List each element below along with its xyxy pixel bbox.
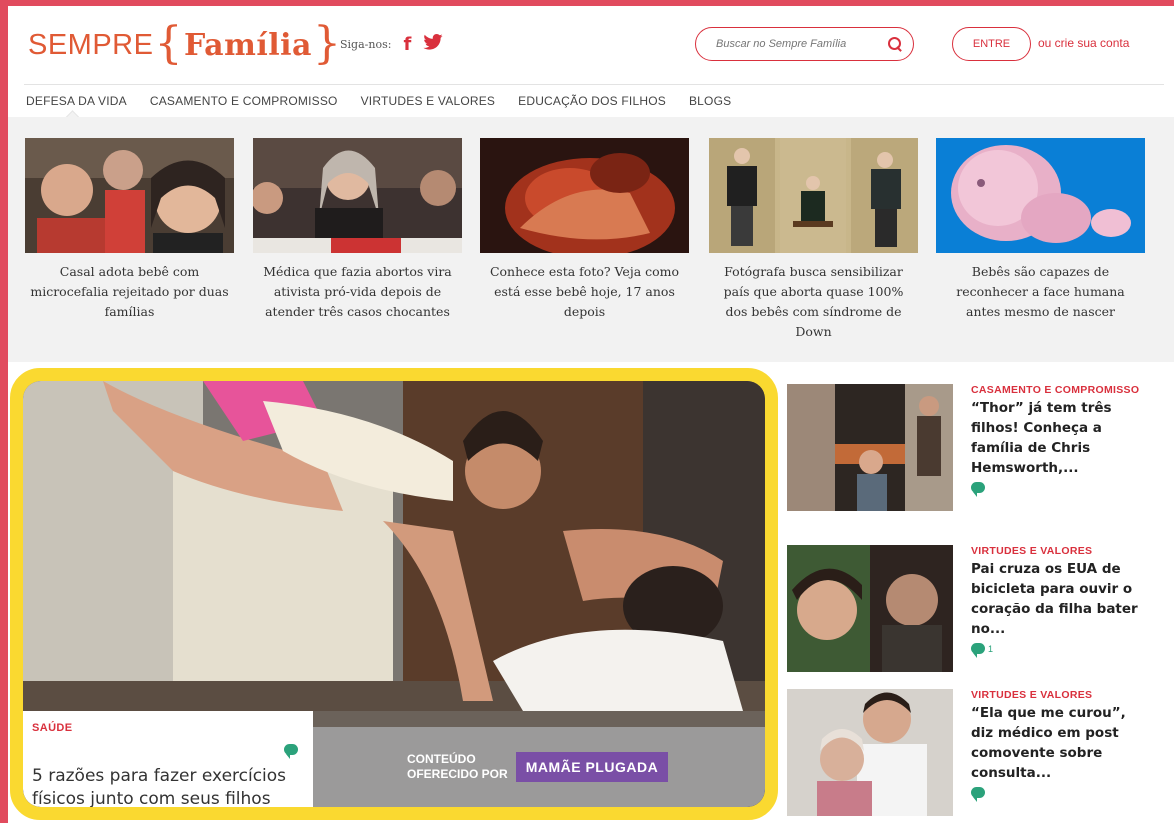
card-image — [709, 138, 918, 253]
card-title: Bebês são capazes de reconhecer a face h… — [956, 264, 1125, 319]
strip-card[interactable]: Casal adota bebê com microcefalia rejeit… — [25, 138, 234, 322]
login-button[interactable]: ENTRE — [952, 27, 1031, 61]
site-logo[interactable]: SEMPRE { Família } — [28, 17, 342, 70]
side-article[interactable]: VIRTUDES E VALORES “Ela que me curou”, d… — [787, 689, 1174, 819]
card-image — [253, 138, 462, 253]
side-category[interactable]: CASAMENTO E COMPROMISSO — [971, 384, 1149, 396]
comment-row[interactable]: 1 — [971, 643, 1149, 658]
card-image — [480, 138, 689, 253]
side-article[interactable]: CASAMENTO E COMPROMISSO “Thor” já tem tr… — [787, 384, 1174, 514]
search-box — [695, 27, 914, 61]
comment-icon[interactable] — [284, 744, 298, 759]
strip-card[interactable]: Fotógrafa busca sensibilizar país que ab… — [709, 138, 918, 342]
side-category[interactable]: VIRTUDES E VALORES — [971, 545, 1149, 557]
sponsor-banner[interactable]: CONTEÚDO OFERECIDO POR MAMÃE PLUGADA — [313, 727, 765, 807]
nav-item-educacao[interactable]: EDUCAÇÃO DOS FILHOS — [518, 94, 666, 108]
signup-link[interactable]: ou crie sua conta — [1038, 36, 1129, 50]
featured-title[interactable]: 5 razões para fazer exercícios físicos j… — [32, 765, 304, 807]
card-image — [25, 138, 234, 253]
card-title: Fotógrafa busca sensibilizar país que ab… — [723, 264, 904, 339]
comment-icon — [971, 482, 985, 497]
nav-item-casamento[interactable]: CASAMENTO E COMPROMISSO — [150, 94, 338, 108]
featured-image: CONTEÚDO OFERECIDO POR MAMÃE PLUGADA SAÚ… — [23, 381, 765, 807]
nav-item-virtudes[interactable]: VIRTUDES E VALORES — [361, 94, 496, 108]
side-article[interactable]: VIRTUDES E VALORES Pai cruza os EUA de b… — [787, 545, 1174, 675]
logo-sempre: SEMPRE — [28, 28, 154, 61]
logo-brace-right: } — [312, 17, 342, 69]
article-strip: Casal adota bebê com microcefalia rejeit… — [8, 117, 1174, 362]
follow-label: Siga-nos: — [340, 38, 392, 51]
comment-row[interactable] — [971, 787, 1149, 802]
card-title: Médica que fazia abortos vira ativista p… — [263, 264, 452, 319]
sponsor-text: CONTEÚDO OFERECIDO POR — [407, 752, 508, 782]
side-title[interactable]: “Ela que me curou”, diz médico em post c… — [971, 703, 1149, 783]
featured-caption: SAÚDE 5 razões para fazer exercícios fís… — [23, 711, 313, 807]
twitter-icon[interactable] — [423, 34, 443, 55]
logo-familia: Família — [183, 27, 312, 63]
page: SEMPRE { Família } Siga-nos: f ENTRE ou … — [8, 6, 1174, 823]
strip-card[interactable]: Conhece esta foto? Veja como está esse b… — [480, 138, 689, 322]
site-header: SEMPRE { Família } Siga-nos: f ENTRE ou … — [8, 6, 1174, 84]
side-title[interactable]: Pai cruza os EUA de bicicleta para ouvir… — [971, 559, 1149, 639]
side-category[interactable]: VIRTUDES E VALORES — [971, 689, 1149, 701]
card-image — [936, 138, 1145, 253]
nav-item-defesa-da-vida[interactable]: DEFESA DA VIDA — [26, 94, 127, 108]
sponsor-line2: OFERECIDO POR — [407, 767, 508, 781]
side-text: VIRTUDES E VALORES “Ela que me curou”, d… — [971, 689, 1149, 802]
featured-article[interactable]: CONTEÚDO OFERECIDO POR MAMÃE PLUGADA SAÚ… — [10, 368, 778, 820]
side-title[interactable]: “Thor” já tem três filhos! Conheça a fam… — [971, 398, 1149, 478]
featured-category[interactable]: SAÚDE — [32, 722, 304, 734]
comment-icon — [971, 787, 985, 802]
side-image — [787, 384, 953, 511]
comment-count: 1 — [988, 643, 994, 654]
comment-row[interactable] — [971, 482, 1149, 497]
side-text: CASAMENTO E COMPROMISSO “Thor” já tem tr… — [971, 384, 1149, 497]
comment-icon — [971, 643, 985, 658]
sponsor-line1: CONTEÚDO — [407, 752, 476, 766]
nav-item-blogs[interactable]: BLOGS — [689, 94, 731, 108]
strip-card[interactable]: Bebês são capazes de reconhecer a face h… — [936, 138, 1145, 322]
card-title: Conhece esta foto? Veja como está esse b… — [489, 264, 680, 319]
side-image — [787, 689, 953, 816]
strip-card[interactable]: Médica que fazia abortos vira ativista p… — [253, 138, 462, 322]
facebook-icon[interactable]: f — [403, 35, 411, 54]
logo-brace-left: { — [154, 17, 183, 69]
main-nav: DEFESA DA VIDA CASAMENTO E COMPROMISSO V… — [24, 84, 1164, 117]
search-input[interactable] — [716, 38, 887, 50]
side-image — [787, 545, 953, 672]
search-icon[interactable] — [887, 36, 903, 52]
side-text: VIRTUDES E VALORES Pai cruza os EUA de b… — [971, 545, 1149, 658]
card-title: Casal adota bebê com microcefalia rejeit… — [30, 264, 229, 319]
social-follow: Siga-nos: f — [340, 34, 443, 55]
sponsor-logo: MAMÃE PLUGADA — [515, 752, 669, 782]
